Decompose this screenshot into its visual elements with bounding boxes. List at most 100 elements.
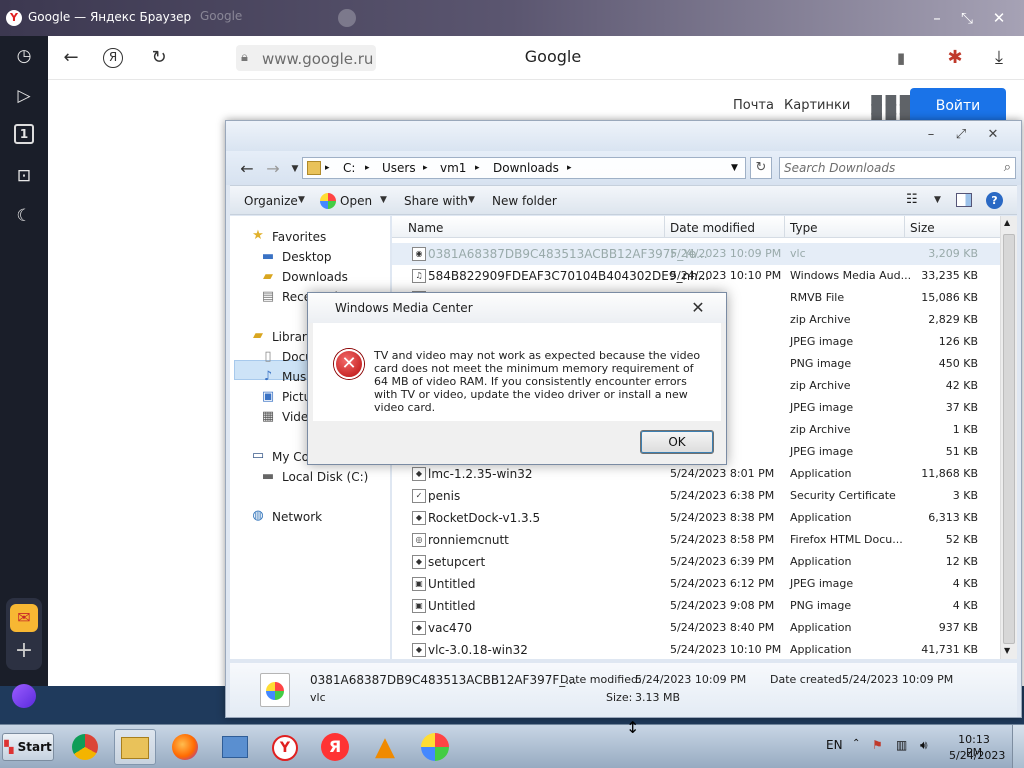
table-row[interactable]: ◎ ronniemcnutt 5/24/2023 8:58 PM Firefox HT… [392,529,1000,551]
new-folder-button[interactable]: New folder [492,194,557,208]
table-row[interactable]: ◆ vac470 5/24/2023 8:40 PM Application 937 K… [392,617,1000,639]
table-row[interactable]: ▣ Untitled 5/24/2023 6:12 PM JPEG image 4 KB [392,573,1000,595]
chevron-down-icon[interactable]: ▼ [731,163,738,173]
share-button[interactable]: Share with [404,194,468,208]
col-name[interactable]: Name [408,221,443,235]
scroll-up-icon[interactable]: ▲ [1004,218,1010,227]
vlc-taskbar-icon[interactable]: ▲ [364,729,406,765]
col-type[interactable]: Type [790,221,818,235]
chrome-taskbar-icon[interactable] [64,729,106,765]
chevron-up-icon[interactable]: ⌃ [852,738,860,749]
moon-icon[interactable]: ☾ [12,204,36,228]
bug-icon[interactable]: ✱ [942,45,968,71]
table-row[interactable]: ◉ 0381A68387DB9C483513ACBB12AF397F_Yo... 5… [392,243,1000,265]
start-button[interactable]: ▚ Start [2,733,54,761]
minimize-icon[interactable]: – [926,7,948,29]
nav-desktop[interactable]: Desktop [282,250,332,264]
action-center-icon[interactable]: ⚑ [872,738,883,752]
nav-favorites[interactable]: Favorites [272,230,326,244]
volume-icon[interactable]: 🔊︎ [920,738,928,753]
scroll-down-icon[interactable]: ▼ [1004,646,1010,655]
help-icon[interactable]: ? [986,192,1003,209]
images-link[interactable]: Картинки [784,98,850,113]
url-text[interactable]: www.google.ru [262,50,373,68]
bookmark-icon[interactable]: ▮ [888,45,914,71]
col-date[interactable]: Date modified [670,221,755,235]
control-panel-taskbar-icon[interactable] [214,729,256,765]
chevron-down-icon[interactable]: ▼ [934,195,941,205]
yandex-ya-taskbar-icon[interactable]: Я [314,729,356,765]
maximize-icon[interactable]: ⤢ [950,125,972,145]
breadcrumb[interactable]: ▸ C: ▸ Users ▸ vm1 ▸ Downloads ▸ ▼ [302,157,746,179]
alice-icon[interactable] [12,684,36,708]
scroll-thumb[interactable] [1003,234,1015,644]
reload-icon[interactable]: ↻ [146,45,172,71]
back-icon[interactable]: ← [236,158,258,180]
col-size[interactable]: Size [910,221,935,235]
close-icon[interactable]: ✕ [982,125,1004,145]
table-row[interactable]: ◆ lmc-1.2.35-win32 5/24/2023 8:01 PM Applic… [392,463,1000,485]
close-icon[interactable]: ✕ [686,297,710,319]
view-icon[interactable]: ☷ [906,192,918,207]
crumb-vm1[interactable]: vm1 [440,161,466,175]
network-tray-icon[interactable]: ▥ [896,738,907,752]
wmp-taskbar-icon[interactable] [414,729,456,765]
table-row[interactable]: ✓ penis 5/24/2023 6:38 PM Security Certific… [392,485,1000,507]
open-button[interactable]: Open [340,194,372,208]
screenshot-icon[interactable]: ⊡ [12,164,36,188]
show-desktop-button[interactable] [1012,725,1024,768]
chevron-right-icon[interactable]: ▸ [365,163,370,173]
table-row[interactable]: ▣ Untitled 5/24/2023 9:08 PM PNG image 4 KB [392,595,1000,617]
chevron-down-icon[interactable]: ▼ [380,195,387,205]
refresh-icon[interactable]: ↻ [750,157,772,179]
close-icon[interactable]: ✕ [988,7,1010,29]
organize-button[interactable]: Organize [244,194,298,208]
chevron-down-icon[interactable]: ▼ [298,195,305,205]
crumb-c[interactable]: C: [343,161,355,175]
clock-date[interactable]: 5/24/2023 [949,749,1005,762]
search-input[interactable]: Search Downloads ⌕ [779,157,1016,179]
minimize-icon[interactable]: – [920,125,942,145]
crumb-downloads[interactable]: Downloads [493,161,559,175]
yandex-taskbar-icon[interactable]: Y [264,729,306,765]
plus-icon[interactable]: + [12,640,36,664]
download-icon[interactable]: ⤓ [986,45,1012,71]
mail-icon[interactable]: ✉ [10,604,38,632]
nav-downloads[interactable]: Downloads [282,270,348,284]
preview-pane-icon[interactable] [956,193,972,207]
chevron-right-icon[interactable]: ▸ [423,163,428,173]
address-bar[interactable]: 🔒︎ www.google.ru [236,45,376,71]
login-button[interactable]: Войти [910,88,1006,124]
col-separator[interactable] [784,216,785,238]
search-icon[interactable]: ⌕ [1004,160,1011,175]
table-row[interactable]: ◆ setupcert 5/24/2023 6:39 PM Application 12… [392,551,1000,573]
history-icon[interactable]: ◷ [12,44,36,68]
chevron-right-icon[interactable]: ▸ [475,163,480,173]
lock-icon[interactable]: 🔒︎ [241,50,248,65]
play-icon[interactable]: ▷ [12,84,36,108]
chevron-right-icon[interactable]: ▸ [567,163,572,173]
mail-link[interactable]: Почта [733,98,774,113]
crumb-users[interactable]: Users [382,161,416,175]
table-row[interactable]: ♫ 584B822909FDEAF3C70104B404302DE9_nh... 5… [392,265,1000,287]
forward-icon[interactable]: → [262,158,284,180]
chevron-down-icon[interactable]: ▼ [468,195,475,205]
nav-network[interactable]: Network [272,510,322,524]
restore-icon[interactable]: ⤡ [956,7,978,29]
col-separator[interactable] [664,216,665,238]
vertical-scrollbar[interactable]: ▲ ▼ [1000,216,1017,659]
table-row[interactable]: ◆ RocketDock-v1.3.5 5/24/2023 8:38 PM Appli… [392,507,1000,529]
nav-local-disk[interactable]: Local Disk (C:) [282,470,368,484]
explorer-taskbar-icon[interactable] [114,729,156,765]
ok-button[interactable]: OK [640,430,714,454]
language-indicator[interactable]: EN [826,738,843,752]
table-row[interactable]: ◆ vlc-3.0.18-win32 5/24/2023 10:10 PM Appli… [392,639,1000,661]
apps-grid-icon[interactable]: ■■■ ■■■ ■■■ [870,93,912,125]
one-icon[interactable]: 1 [14,124,34,144]
back-icon[interactable]: ← [58,45,84,71]
chevron-right-icon[interactable]: ▸ [325,163,330,173]
firefox-taskbar-icon[interactable] [164,729,206,765]
ya-icon[interactable]: Я [103,48,123,68]
col-separator[interactable] [904,216,905,238]
browser-toolbar: ← Я ↻ 🔒︎ www.google.ru Google ▮ ✱ ⤓ [48,36,1024,80]
